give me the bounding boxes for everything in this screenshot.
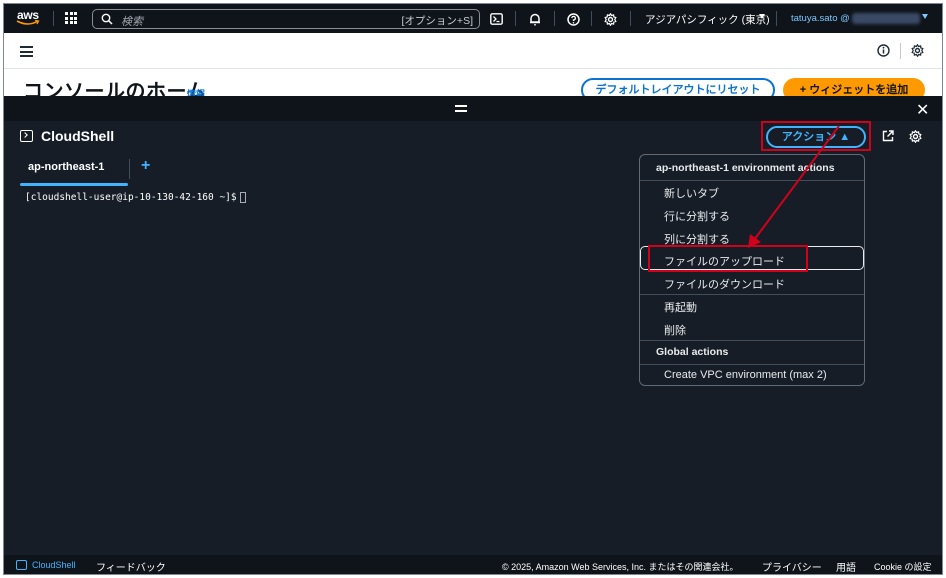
- footer: CloudShell フィードバック © 2025, Amazon Web Se…: [4, 555, 942, 574]
- footer-cookie-settings-link[interactable]: Cookie の設定: [874, 560, 932, 573]
- footer-terms-link[interactable]: 用語: [836, 559, 856, 574]
- footer-cloudshell-link[interactable]: CloudShell: [32, 560, 76, 570]
- browser-frame: aws 検索 [オプション+S] アジアパシフィック (東京) tatuya.s…: [3, 3, 943, 575]
- annotation-arrow: [748, 125, 840, 248]
- cloudshell-footer-icon: [16, 560, 27, 570]
- footer-copyright: © 2025, Amazon Web Services, Inc. またはその関…: [502, 562, 739, 572]
- footer-feedback-link[interactable]: フィードバック: [96, 559, 166, 574]
- footer-privacy-link[interactable]: プライバシー: [762, 559, 822, 574]
